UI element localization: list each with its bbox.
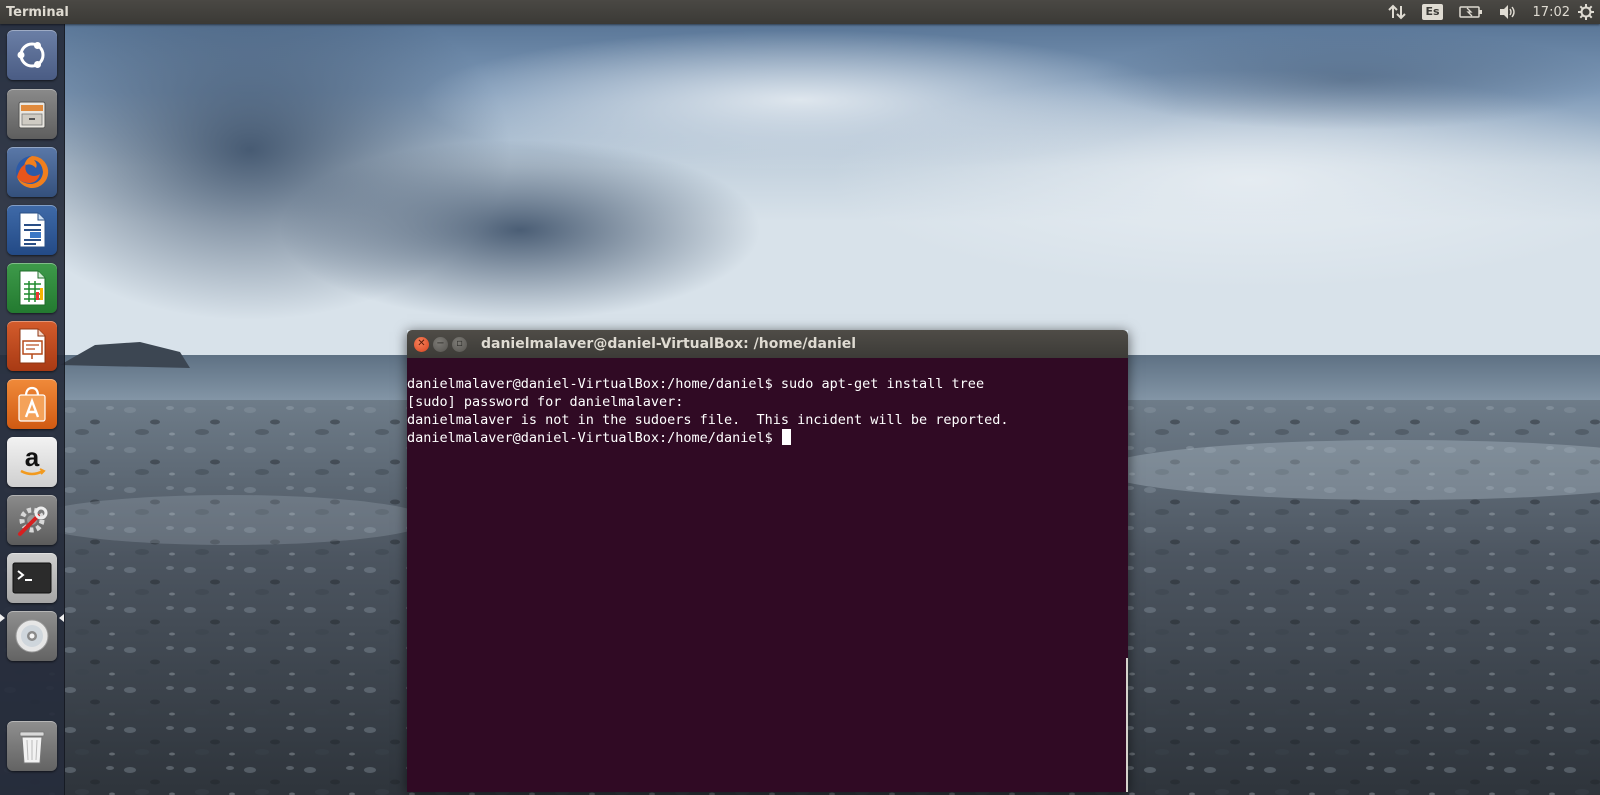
terminal-icon xyxy=(12,561,52,595)
scrollbar[interactable] xyxy=(1126,658,1128,792)
settings-wrench-icon xyxy=(12,500,52,540)
terminal-window[interactable]: ✕ − ▫ danielmalaver@daniel-VirtualBox: /… xyxy=(407,330,1128,792)
launcher-trash[interactable] xyxy=(7,721,57,771)
keyboard-layout-label: Es xyxy=(1422,4,1443,20)
terminal-line: danielmalaver is not in the sudoers file… xyxy=(407,412,1009,428)
launcher-libreoffice-impress[interactable] xyxy=(7,321,57,371)
keyboard-layout-indicator[interactable]: Es xyxy=(1414,0,1450,24)
launcher-optical-drive[interactable] xyxy=(7,611,57,661)
launcher-ubuntu-software[interactable] xyxy=(7,379,57,429)
clock[interactable]: 17:02 xyxy=(1525,0,1576,24)
svg-text:a: a xyxy=(25,442,40,472)
calc-spreadsheet-icon xyxy=(14,268,50,308)
battery-icon[interactable] xyxy=(1451,0,1491,24)
launcher-libreoffice-writer[interactable] xyxy=(7,205,57,255)
network-updown-icon[interactable] xyxy=(1380,0,1414,24)
trash-icon xyxy=(14,726,50,766)
minimize-icon: − xyxy=(436,338,445,349)
close-button[interactable]: ✕ xyxy=(414,336,429,352)
running-indicator-left xyxy=(0,614,5,622)
minimize-button[interactable]: − xyxy=(433,336,448,352)
amazon-icon: a xyxy=(13,442,51,482)
file-cabinet-icon xyxy=(14,96,50,132)
disc-icon xyxy=(13,617,51,655)
terminal-prompt: danielmalaver@daniel-VirtualBox:/home/da… xyxy=(407,430,781,446)
launcher-libreoffice-calc[interactable] xyxy=(7,263,57,313)
launcher-files[interactable] xyxy=(7,89,57,139)
writer-document-icon xyxy=(14,210,50,250)
terminal-line: danielmalaver@daniel-VirtualBox:/home/da… xyxy=(407,376,985,392)
launcher-amazon[interactable]: a xyxy=(7,437,57,487)
terminal-line: [sudo] password for danielmalaver: xyxy=(407,394,684,410)
launcher-dash-home[interactable] xyxy=(7,30,57,80)
impress-presentation-icon xyxy=(14,326,50,366)
unity-launcher: a xyxy=(0,24,65,795)
gear-icon[interactable] xyxy=(1576,0,1600,24)
terminal-output[interactable]: danielmalaver@daniel-VirtualBox:/home/da… xyxy=(407,358,1128,792)
launcher-system-settings[interactable] xyxy=(7,495,57,545)
terminal-prompt-line[interactable]: danielmalaver@daniel-VirtualBox:/home/da… xyxy=(407,429,1128,447)
top-panel: Terminal Es 17:02 xyxy=(0,0,1600,24)
ubuntu-logo-icon xyxy=(14,37,50,73)
maximize-button[interactable]: ▫ xyxy=(452,336,467,352)
firefox-icon xyxy=(12,152,52,192)
window-titlebar[interactable]: ✕ − ▫ danielmalaver@daniel-VirtualBox: /… xyxy=(407,330,1128,358)
close-icon: ✕ xyxy=(417,338,426,349)
active-app-title: Terminal xyxy=(6,4,69,20)
maximize-icon: ▫ xyxy=(456,338,463,349)
indicator-area: Es 17:02 xyxy=(1380,0,1600,24)
shopping-bag-icon xyxy=(13,384,51,424)
launcher-firefox[interactable] xyxy=(7,147,57,197)
focused-indicator-right xyxy=(59,614,64,622)
volume-icon[interactable] xyxy=(1491,0,1525,24)
window-title: danielmalaver@daniel-VirtualBox: /home/d… xyxy=(481,336,857,352)
text-cursor xyxy=(781,429,791,445)
launcher-terminal[interactable] xyxy=(7,553,57,603)
